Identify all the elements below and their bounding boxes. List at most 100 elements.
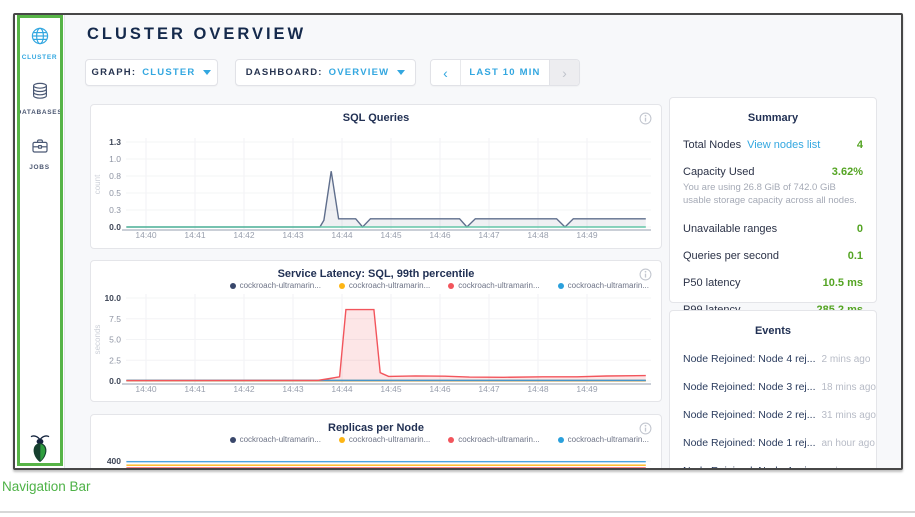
legend-dot <box>448 283 454 289</box>
legend-dot <box>339 437 345 443</box>
series-line-cockroach-ultramarine-red <box>126 310 645 381</box>
summary-row: Capacity Used 3.62% <box>683 166 863 178</box>
summary-row-label: P50 latency <box>683 277 740 289</box>
time-range-selector: ‹ LAST 10 MIN › <box>430 59 580 86</box>
summary-row-value: 3.62% <box>832 166 863 178</box>
event-time: an hour ago <box>822 466 875 470</box>
time-range-prev-button[interactable]: ‹ <box>431 60 461 85</box>
event-row[interactable]: Node Rejoined: Node 2 rej...31 mins ago <box>683 409 863 421</box>
y-tick-label: 2.5 <box>109 355 121 365</box>
summary-row-label: Total Nodes <box>683 139 741 151</box>
sidebar-item-cluster[interactable]: CLUSTER <box>15 15 64 70</box>
x-tick-label: 14:44 <box>331 230 353 240</box>
event-row[interactable]: Node Rejoined: Node 1 rej...an hour ago <box>683 437 863 449</box>
y-tick-label: 5.0 <box>109 335 121 345</box>
series-fill-cockroach-ultramarine-red <box>126 310 645 381</box>
summary-row-label: Capacity Used <box>683 166 755 178</box>
event-row[interactable]: Node Rejoined: Node 3 rej...18 mins ago <box>683 381 863 393</box>
chevron-down-icon <box>203 70 211 75</box>
events-panel: Events Node Rejoined: Node 4 rej...2 min… <box>669 310 877 470</box>
y-tick-label: 0.0 <box>109 376 121 386</box>
x-tick-label: 14:43 <box>282 384 304 394</box>
x-tick-label: 14:42 <box>233 230 255 240</box>
time-range-next-button[interactable]: › <box>549 60 579 85</box>
sidebar-item-databases[interactable]: DATABASES <box>15 70 64 125</box>
summary-row-value: 10.5 ms <box>823 277 863 289</box>
x-tick-label: 14:45 <box>380 230 402 240</box>
y-axis-label: seconds <box>93 325 102 355</box>
legend-dot <box>339 283 345 289</box>
legend-dot <box>558 283 564 289</box>
event-name: Node Rejoined: Node 4 rej... <box>683 353 816 365</box>
dashboard-dropdown[interactable]: DASHBOARD: OVERVIEW <box>235 59 416 86</box>
legend-item: cockroach-ultramarin... <box>230 435 321 444</box>
x-tick-label: 14:47 <box>478 384 500 394</box>
legend-item: cockroach-ultramarin... <box>339 281 430 290</box>
summary-row-value: 4 <box>857 139 863 151</box>
y-tick-label: 0.0 <box>109 222 121 232</box>
sidebar-item-jobs[interactable]: JOBS <box>15 125 64 180</box>
x-tick-label: 14:41 <box>184 384 206 394</box>
dashboard-dropdown-value: OVERVIEW <box>329 67 390 78</box>
legend-item: cockroach-ultramarin... <box>230 281 321 290</box>
y-axis-label: count <box>93 174 102 194</box>
chart-card-replicas-per-node: Replicas per Node cockroach-ultramarin..… <box>90 414 662 470</box>
legend-dot <box>230 437 236 443</box>
x-tick-label: 14:45 <box>380 384 402 394</box>
view-nodes-list-link[interactable]: View nodes list <box>747 139 820 151</box>
legend-item: cockroach-ultramarin... <box>339 435 430 444</box>
events-title: Events <box>670 325 876 337</box>
graph-dropdown-label: GRAPH: <box>92 67 137 78</box>
event-time: 18 mins ago <box>822 382 876 393</box>
x-tick-label: 14:49 <box>576 384 598 394</box>
database-icon <box>30 81 50 106</box>
app-window: CLUSTER DATABASES JOBS CLUSTER OVERVIEW GR… <box>13 13 903 470</box>
y-tick-label: 7.5 <box>109 314 121 324</box>
y-tick-label: 400 <box>107 456 121 466</box>
x-tick-label: 14:46 <box>429 384 451 394</box>
chart-card-sql-queries: SQL Queries 0.00.30.50.81.01.314:4014:41… <box>90 104 662 249</box>
y-tick-label: 1.3 <box>109 137 121 147</box>
x-tick-label: 14:49 <box>576 230 598 240</box>
summary-row-label: Unavailable ranges <box>683 223 777 235</box>
legend-dot <box>448 437 454 443</box>
x-tick-label: 14:47 <box>478 230 500 240</box>
summary-row-description: You are using 26.8 GiB of 742.0 GiB usab… <box>683 181 863 208</box>
sidebar-item-label: JOBS <box>29 164 50 171</box>
legend-item: cockroach-ultramarin... <box>448 435 539 444</box>
events-rows: Node Rejoined: Node 4 rej...2 mins agoNo… <box>670 353 876 470</box>
y-tick-label: 0.5 <box>109 188 121 198</box>
page-title: CLUSTER OVERVIEW <box>87 25 306 44</box>
chart-plot: 0.00.30.50.81.01.314:4014:4114:4214:4314… <box>91 105 661 250</box>
x-tick-label: 14:43 <box>282 230 304 240</box>
summary-row-value: 0.1 <box>848 250 863 262</box>
x-tick-label: 14:41 <box>184 230 206 240</box>
event-row[interactable]: Node Rejoined: Node 4 rej...2 mins ago <box>683 353 863 365</box>
summary-row: Unavailable ranges 0 <box>683 223 863 235</box>
summary-title: Summary <box>670 112 876 124</box>
dashboard-dropdown-label: DASHBOARD: <box>246 67 323 78</box>
y-tick-label: 10.0 <box>104 293 121 303</box>
summary-row: P50 latency 10.5 ms <box>683 277 863 289</box>
x-tick-label: 14:44 <box>331 384 353 394</box>
event-name: Node Rejoined: Node 1 rej... <box>683 437 816 449</box>
sidebar-item-label: CLUSTER <box>22 54 58 61</box>
chart-legend: cockroach-ultramarin... cockroach-ultrama… <box>230 281 649 290</box>
y-tick-label: 1.0 <box>109 154 121 164</box>
graph-dropdown[interactable]: GRAPH: CLUSTER <box>85 59 218 86</box>
x-tick-label: 14:40 <box>135 230 157 240</box>
summary-rows: Total Nodes View nodes list 4 Capacity Used… <box>670 139 876 316</box>
y-tick-label: 0.3 <box>109 205 121 215</box>
time-range-label[interactable]: LAST 10 MIN <box>461 60 549 85</box>
event-time: 31 mins ago <box>822 410 876 421</box>
page: CLUSTER DATABASES JOBS CLUSTER OVERVIEW GR… <box>0 0 915 517</box>
event-name: Node Rejoined: Node 4 rej... <box>683 465 816 470</box>
summary-row: Queries per second0.1 <box>683 250 863 262</box>
event-row[interactable]: Node Rejoined: Node 4 rej...an hour ago <box>683 465 863 470</box>
cockroachdb-logo[interactable] <box>15 433 64 463</box>
legend-dot <box>558 437 564 443</box>
legend-dot <box>230 283 236 289</box>
sidebar-item-label: DATABASES <box>17 109 63 116</box>
summary-panel: Summary Total Nodes View nodes list 4 Capac… <box>669 97 877 303</box>
summary-row-value: 0 <box>857 223 863 235</box>
